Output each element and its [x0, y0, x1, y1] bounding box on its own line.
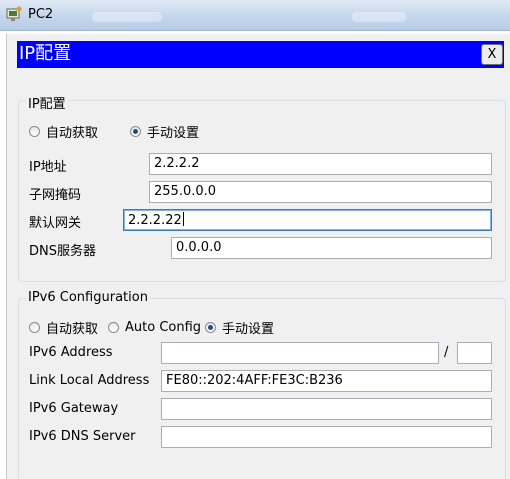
ipv4-radio-dhcp-label: 自动获取: [46, 126, 99, 141]
ip-address-field[interactable]: 2.2.2.2: [149, 153, 492, 175]
ipv6-dns-server-field[interactable]: [161, 426, 492, 448]
ipv6-radio-dhcp[interactable]: 自动获取: [29, 318, 98, 337]
radio-selected-icon[interactable]: [205, 322, 217, 333]
ipv6-gateway-label: IPv6 Gateway: [29, 401, 119, 416]
pc-app-icon: [6, 6, 22, 21]
link-local-address-label: Link Local Address: [29, 373, 150, 388]
ipv6-gateway-field[interactable]: [161, 398, 492, 420]
radio-icon[interactable]: [108, 322, 120, 333]
ip-config-dialog: IP配置 X IP配置 自动获取 手动设置 IP地址 2.2.2.2 子网掩码 …: [6, 34, 510, 479]
ipv6-radio-autoconfig[interactable]: Auto Config: [108, 320, 201, 335]
ipv4-radio-dhcp[interactable]: 自动获取: [29, 122, 98, 141]
ipv4-mode-radio-group: 自动获取 手动设置: [29, 122, 199, 141]
ipv6-dns-server-label: IPv6 DNS Server: [29, 429, 136, 444]
window-title: PC2: [28, 7, 54, 22]
ipv6-mode-radio-group: 自动获取 Auto Config 手动设置: [29, 318, 274, 337]
titlebar-ghost: [92, 12, 162, 22]
prefix-separator: /: [444, 345, 449, 360]
ipv4-radio-static-label: 手动设置: [147, 126, 200, 141]
dialog-header[interactable]: IP配置 X: [17, 41, 504, 68]
radio-icon[interactable]: [29, 126, 40, 137]
default-gateway-label: 默认网关: [29, 216, 82, 231]
app-window: PC2 IP配置 X IP配置 自动获取 手动设置 IP地址 2.2.2.2 子…: [0, 0, 510, 479]
ipv6-radio-dhcp-label: 自动获取: [46, 322, 99, 337]
window-titlebar[interactable]: PC2: [0, 0, 510, 31]
radio-selected-icon[interactable]: [130, 126, 142, 137]
ipv4-group-label: IP配置: [26, 93, 68, 112]
subnet-mask-label: 子网掩码: [29, 188, 82, 203]
titlebar-ghost: [352, 12, 406, 22]
subnet-mask-field[interactable]: 255.0.0.0: [149, 181, 492, 203]
default-gateway-value: 2.2.2.22: [128, 213, 182, 228]
dialog-title: IP配置: [19, 43, 72, 64]
ipv6-radio-autoconfig-label: Auto Config: [125, 320, 202, 335]
radio-icon[interactable]: [29, 322, 40, 333]
ipv6-group-label: IPv6 Configuration: [26, 290, 150, 305]
ipv6-prefix-length-field[interactable]: [457, 342, 492, 364]
link-local-address-field[interactable]: FE80::202:4AFF:FE3C:B236: [161, 370, 492, 392]
text-caret: [182, 212, 184, 226]
ipv6-address-field[interactable]: [161, 342, 439, 364]
ipv6-address-label: IPv6 Address: [29, 345, 113, 360]
ipv6-radio-static-label: 手动设置: [222, 322, 275, 337]
dns-server-label: DNS服务器: [29, 244, 96, 259]
dns-server-field[interactable]: 0.0.0.0: [171, 237, 492, 259]
close-button[interactable]: X: [481, 44, 503, 65]
ip-address-label: IP地址: [29, 160, 67, 175]
ipv4-radio-static[interactable]: 手动设置: [130, 122, 199, 141]
default-gateway-field[interactable]: 2.2.2.22: [123, 209, 492, 231]
ipv6-radio-static[interactable]: 手动设置: [205, 318, 274, 337]
